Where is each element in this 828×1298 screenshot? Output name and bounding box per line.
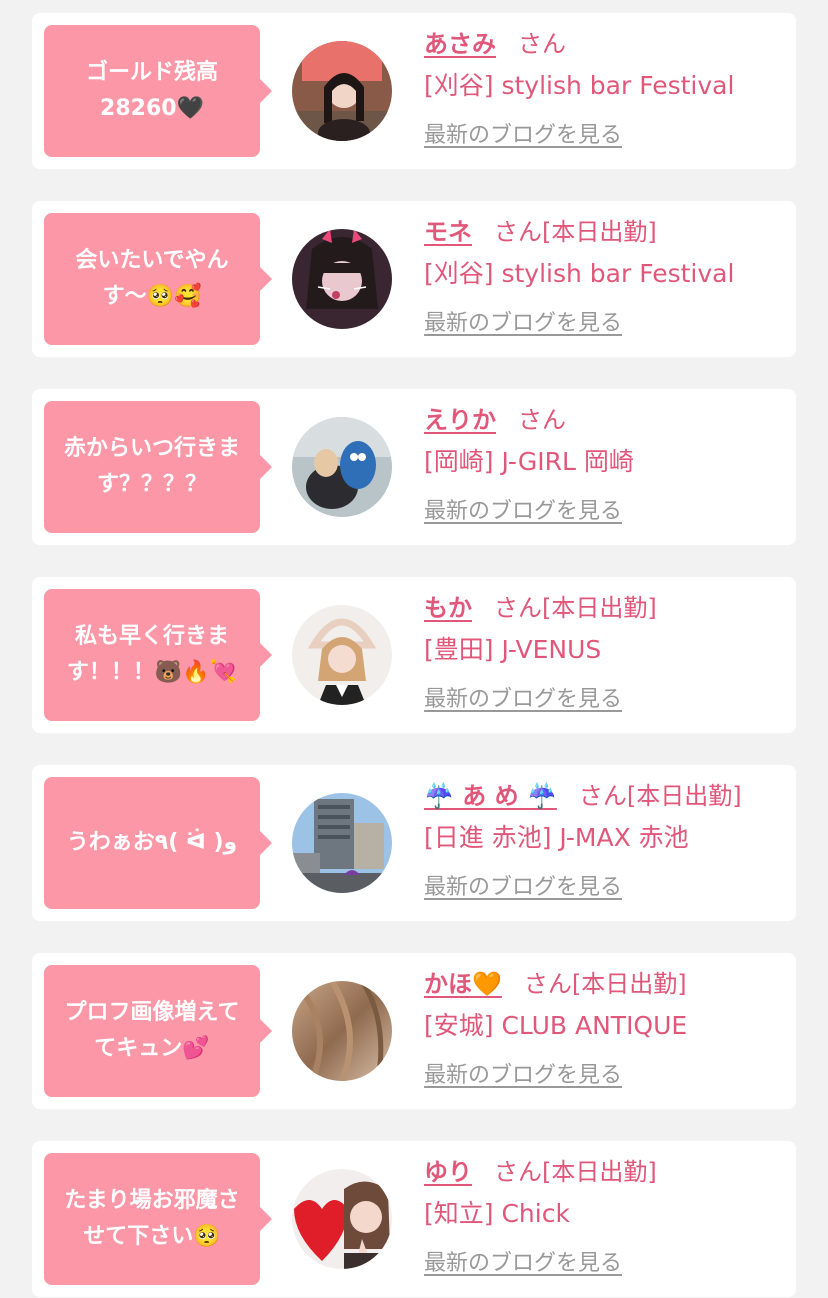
cast-name-link[interactable]: えりか <box>424 406 496 434</box>
message-bubble: 会いたいでやん す〜🥺🥰 <box>44 213 272 345</box>
cast-name-link[interactable]: かほ🧡 <box>424 970 502 998</box>
message-bubble: ゴールド残高 28260🖤 <box>44 25 272 157</box>
shop-name: [刈谷] stylish bar Festival <box>424 71 735 100</box>
message-bubble: うわぁお٩( ᐛ )و <box>44 777 272 909</box>
message-text: 赤からいつ行きま す？？？？ <box>63 436 240 497</box>
cast-status: さん[本日出勤] <box>494 218 657 246</box>
latest-blog-link[interactable]: 最新のブログを見る <box>424 493 622 525</box>
cast-status: さん[本日出勤] <box>578 782 742 810</box>
hair-photo-avatar[interactable] <box>292 981 392 1081</box>
building-photo-avatar[interactable] <box>292 793 392 893</box>
message-text: 会いたいでやん す〜🥺🥰 <box>75 248 229 309</box>
message-text: うわぁお٩( ᐛ )و <box>66 830 238 855</box>
cast-name-link[interactable]: もか <box>424 594 472 622</box>
cast-status: さん[本日出勤] <box>523 970 687 998</box>
cast-status: さん[本日出勤] <box>494 1158 657 1186</box>
girl-photo-avatar[interactable] <box>292 1169 392 1269</box>
cast-card: 会いたいでやん す〜🥺🥰 モネ さん[本日出勤] [刈谷] stylish bar… <box>32 201 796 357</box>
message-bubble: 赤からいつ行きま す？？？？ <box>44 401 272 533</box>
message-text: 私も早く行きま す！！！🐻🔥💘 <box>66 624 238 685</box>
cast-name-link[interactable]: ゆり <box>424 1158 472 1186</box>
latest-blog-link[interactable]: 最新のブログを見る <box>424 1245 622 1277</box>
cast-info: もか さん[本日出勤] [豊田] J-VENUS 最新のブログを見る <box>424 587 796 713</box>
shop-name: [刈谷] stylish bar Festival <box>424 259 735 288</box>
cast-card: 赤からいつ行きま す？？？？ えりか さん [岡崎] J-GIRL 岡崎 最新のブ… <box>32 389 796 545</box>
latest-blog-link[interactable]: 最新のブログを見る <box>424 869 622 901</box>
message-text: たまり場お邪魔さ せて下さい🥺 <box>64 1188 240 1249</box>
cast-card: たまり場お邪魔さ せて下さい🥺 ゆり さん[本日出勤] [知立] Chick 最新… <box>32 1141 796 1297</box>
message-text: ゴールド残高 28260🖤 <box>85 60 218 121</box>
shop-name: [安城] CLUB ANTIQUE <box>424 1011 688 1040</box>
girl-photo-avatar[interactable] <box>292 605 392 705</box>
cast-info: かほ🧡 さん[本日出勤] [安城] CLUB ANTIQUE 最新のブログを見る <box>424 963 796 1089</box>
cast-card: うわぁお٩( ᐛ )و ☔️ あ め ☔️ さん[本日出勤] [日進 赤池] J-… <box>32 765 796 921</box>
latest-blog-link[interactable]: 最新のブログを見る <box>424 305 622 337</box>
cast-info: モネ さん[本日出勤] [刈谷] stylish bar Festival 最新の… <box>424 211 796 337</box>
latest-blog-link[interactable]: 最新のブログを見る <box>424 1057 622 1089</box>
shop-name: [知立] Chick <box>424 1199 570 1228</box>
latest-blog-link[interactable]: 最新のブログを見る <box>424 117 622 149</box>
girl-photo-avatar[interactable] <box>292 41 392 141</box>
shop-name: [岡崎] J-GIRL 岡崎 <box>424 447 634 476</box>
cast-info: えりか さん [岡崎] J-GIRL 岡崎 最新のブログを見る <box>424 399 796 525</box>
shop-name: [日進 赤池] J-MAX 赤池 <box>424 823 689 852</box>
cast-status: さん[本日出勤] <box>494 594 657 622</box>
cast-info: あさみ さん [刈谷] stylish bar Festival 最新のブログを見… <box>424 23 796 149</box>
cast-card: プロフ画像増えて てキュン💕 かほ🧡 さん[本日出勤] [安城] CLUB ANT… <box>32 953 796 1109</box>
message-bubble: プロフ画像増えて てキュン💕 <box>44 965 272 1097</box>
latest-blog-link[interactable]: 最新のブログを見る <box>424 681 622 713</box>
cast-name-link[interactable]: モネ <box>424 218 472 246</box>
message-bubble: 私も早く行きま す！！！🐻🔥💘 <box>44 589 272 721</box>
girl-photo-avatar[interactable] <box>292 417 392 517</box>
cast-card: ゴールド残高 28260🖤 あさみ さん [刈谷] stylish bar Fes… <box>32 13 796 169</box>
girl-photo-avatar[interactable] <box>292 229 392 329</box>
cast-name-link[interactable]: ☔️ あ め ☔️ <box>424 782 557 810</box>
cast-status: さん <box>518 30 566 58</box>
cast-info: ☔️ あ め ☔️ さん[本日出勤] [日進 赤池] J-MAX 赤池 最新のブロ… <box>424 775 796 901</box>
cast-card: 私も早く行きま す！！！🐻🔥💘 もか さん[本日出勤] [豊田] J-VENUS … <box>32 577 796 733</box>
shop-name: [豊田] J-VENUS <box>424 635 602 664</box>
message-text: プロフ画像増えて てキュン💕 <box>64 1000 240 1061</box>
message-bubble: たまり場お邪魔さ せて下さい🥺 <box>44 1153 272 1285</box>
cast-message-list: ゴールド残高 28260🖤 あさみ さん [刈谷] stylish bar Fes… <box>0 0 828 1298</box>
cast-name-link[interactable]: あさみ <box>424 30 496 58</box>
cast-status: さん <box>518 406 566 434</box>
cast-info: ゆり さん[本日出勤] [知立] Chick 最新のブログを見る <box>424 1151 796 1277</box>
